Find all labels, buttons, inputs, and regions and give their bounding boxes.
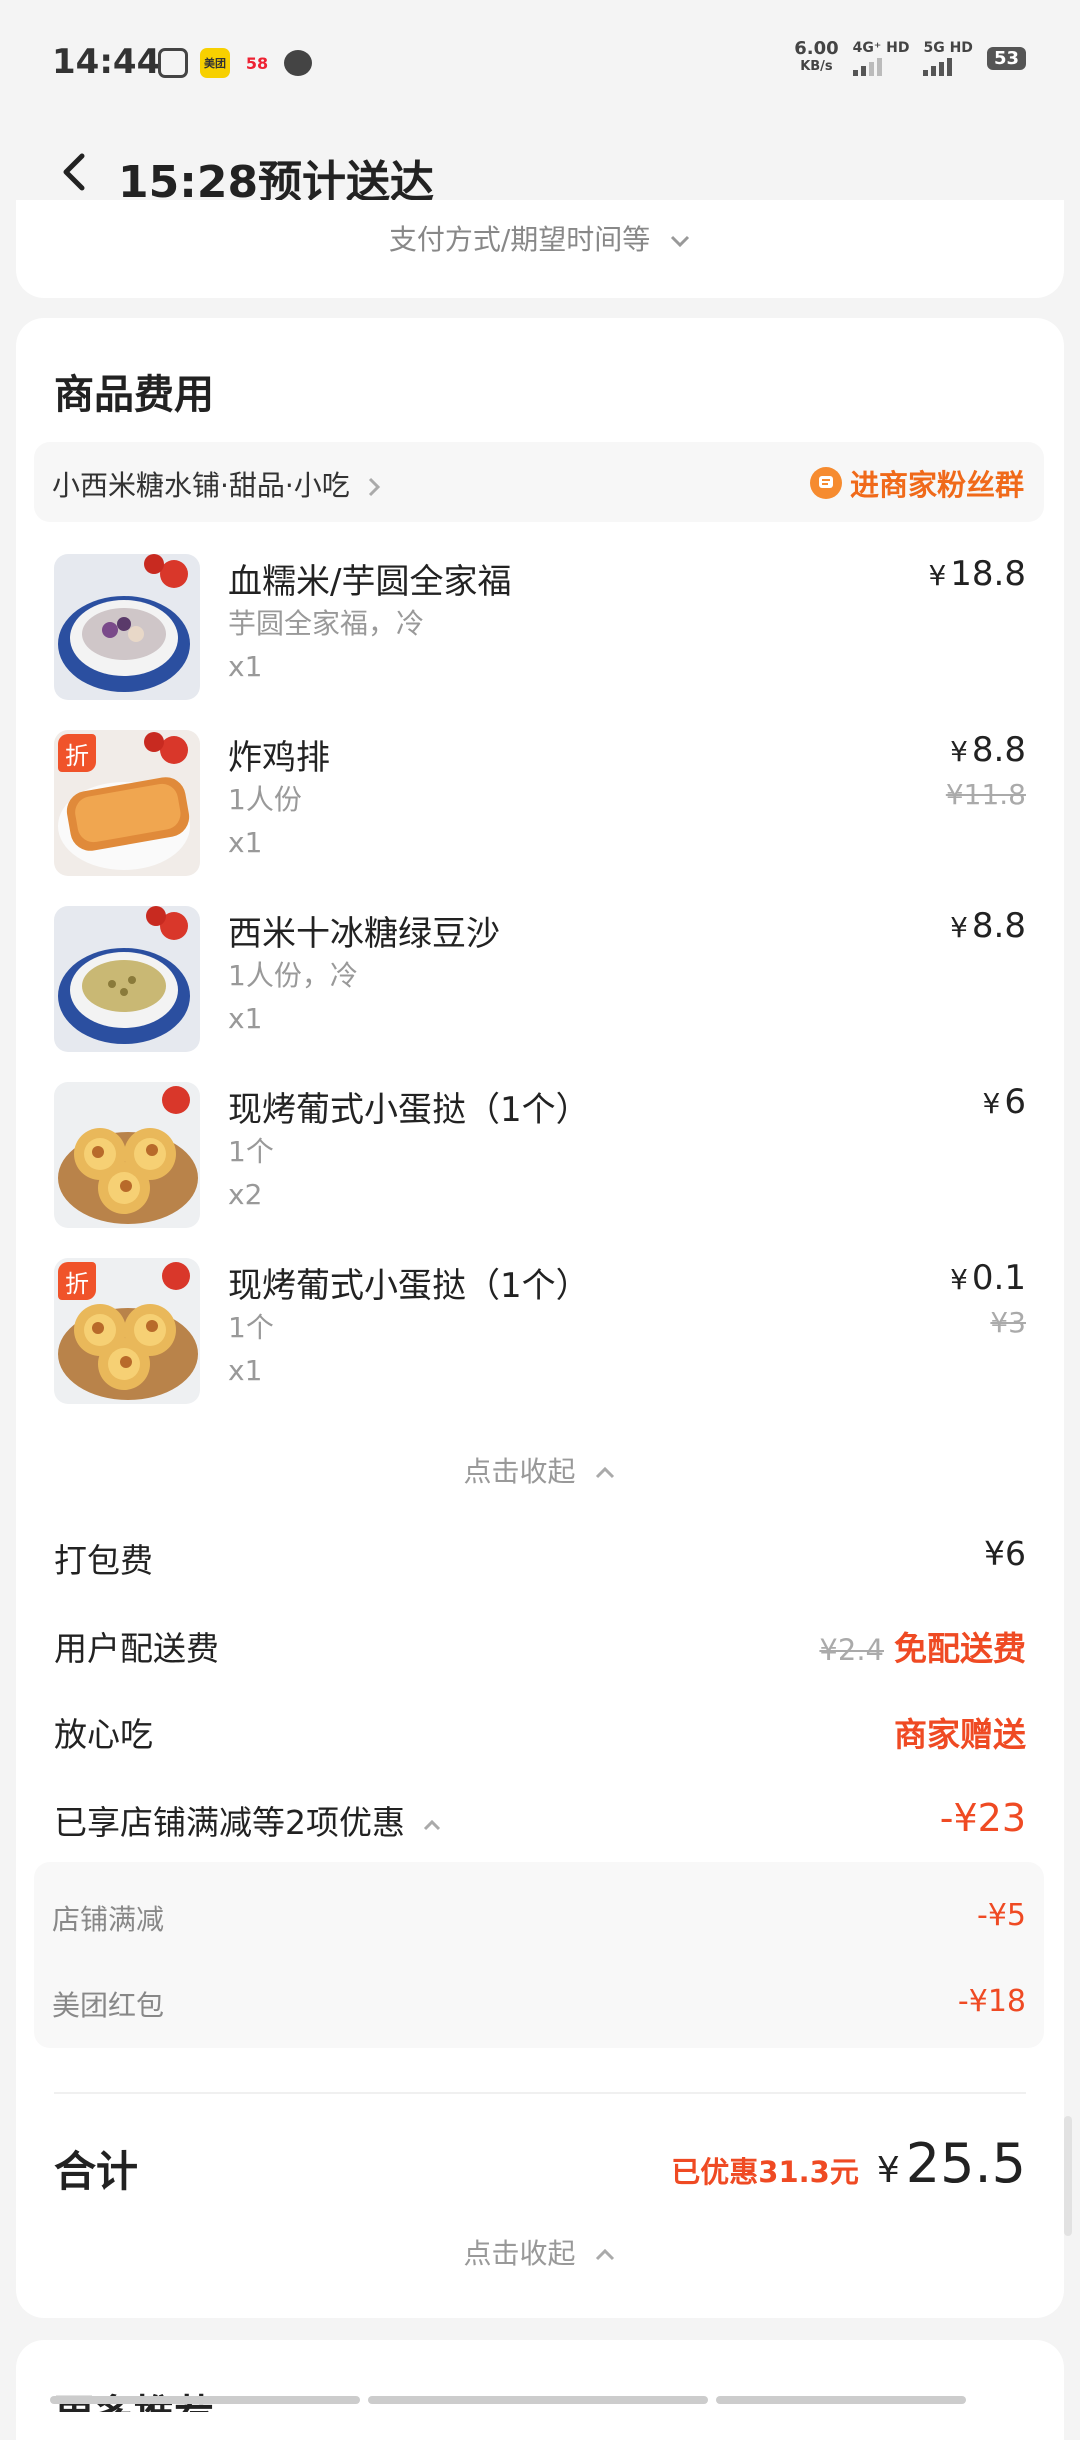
payment-options-toggle[interactable]: 支付方式/期望时间等 (16, 218, 1064, 258)
discount-summary-value: -¥23 (939, 1796, 1026, 1840)
chat-bubble-icon (284, 50, 312, 76)
battery-icon: 53 (986, 46, 1026, 70)
item-name: 现烤葡式小蛋挞（1个） (228, 1266, 590, 1306)
chevron-up-icon (596, 1466, 615, 1479)
item-price: ¥8.8 (950, 730, 1026, 770)
shop-bar: 小西米糖水铺·甜品·小吃 进商家粉丝群 (34, 442, 1044, 522)
item-name: 血糯米/芋圆全家福 (228, 562, 512, 602)
food-image (54, 554, 200, 700)
collapse-fees-button[interactable]: 点击收起 (16, 2232, 1064, 2272)
discount-value: -¥18 (957, 1984, 1026, 2019)
scrollbar[interactable] (1064, 2116, 1072, 2236)
list-item[interactable]: 血糯米/芋圆全家福 芋圆全家福，冷 x1 ¥18.8 (54, 554, 1026, 704)
safe-eat-row: 放心吃 商家赠送 (54, 1708, 1026, 1758)
nav-gesture-bar (0, 2396, 1080, 2408)
item-spec: 芋圆全家福，冷 (228, 607, 425, 640)
signal-1: 4G⁺ HD (852, 40, 910, 76)
discount-label: 美团红包 (52, 1989, 165, 2022)
chat-icon (809, 467, 842, 499)
food-image (54, 906, 200, 1052)
payment-options-label: 支付方式/期望时间等 (388, 223, 651, 256)
list-item[interactable]: 折 现烤葡式小蛋挞（1个） 1个 x1 ¥0.1 ¥3 (54, 1258, 1026, 1408)
discount-summary-row[interactable]: 已享店铺满减等2项优惠 -¥23 (54, 1796, 1026, 1846)
recommend-card: 更多推荐 (16, 2340, 1064, 2440)
meituan-icon: 美团 (200, 48, 230, 78)
saved-amount: 已优惠31.3元 (671, 2155, 859, 2189)
discount-details: 店铺满减 -¥5 美团红包 -¥18 (34, 1862, 1044, 2048)
item-spec: 1个 (228, 1135, 274, 1168)
food-image: 折 (54, 730, 200, 876)
food-image (54, 1082, 200, 1228)
back-arrow-icon[interactable] (56, 150, 96, 194)
item-quantity: x1 (228, 650, 263, 683)
fans-label: 进商家粉丝群 (849, 468, 1024, 502)
item-spec: 1人份 (228, 783, 302, 816)
item-price: ¥8.8 (950, 906, 1026, 946)
item-original-price: ¥11.8 (945, 778, 1026, 811)
status-time: 14:44 (52, 42, 161, 82)
list-item[interactable]: 现烤葡式小蛋挞（1个） 1个 x2 ¥6 (54, 1082, 1026, 1232)
discount-tag: 折 (58, 734, 96, 772)
packing-fee-label: 打包费 (54, 1541, 153, 1580)
discount-tag: 折 (58, 1262, 96, 1300)
item-spec: 1人份，冷 (228, 959, 358, 992)
list-item[interactable]: 折 炸鸡排 1人份 x1 ¥8.8 ¥11.8 (54, 730, 1026, 880)
delivery-fee-row: 用户配送费 ¥2.4 免配送费 (54, 1622, 1026, 1672)
packing-fee-value: ¥6 (984, 1534, 1026, 1573)
total-label: 合计 (54, 2147, 139, 2196)
screen-record-icon (158, 48, 188, 78)
payment-card: 支付方式/期望时间等 (16, 200, 1064, 298)
signal-bars-icon (852, 56, 910, 76)
status-bar: 14:44 美团 58 6.00 KB/s 4G⁺ HD 5G HD 53 (0, 0, 1080, 130)
discount-label: 店铺满减 (52, 1903, 165, 1936)
safe-eat-value: 商家赠送 (894, 1715, 1026, 1754)
item-price: ¥0.1 (950, 1258, 1026, 1298)
delivery-fee-original: ¥2.4 (819, 1633, 884, 1667)
collapse-items-button[interactable]: 点击收起 (16, 1450, 1064, 1490)
signal-2: 5G HD (923, 40, 973, 76)
total-amount: ¥25.5 (876, 2132, 1026, 2195)
status-app-icons: 美团 58 (158, 48, 312, 78)
goods-fee-card: 商品费用 小西米糖水铺·甜品·小吃 进商家粉丝群 血糯米/芋圆全家福 芋圆全家福… (16, 318, 1064, 2318)
discount-value: -¥5 (977, 1898, 1026, 1933)
item-spec: 1个 (228, 1311, 274, 1344)
item-name: 西米十冰糖绿豆沙 (228, 914, 500, 954)
item-original-price: ¥3 (990, 1306, 1026, 1339)
item-price: ¥6 (982, 1082, 1026, 1122)
packing-fee-row: 打包费 ¥6 (54, 1534, 1026, 1584)
list-item[interactable]: 西米十冰糖绿豆沙 1人份，冷 x1 ¥8.8 (54, 906, 1026, 1056)
delivery-fee-value: ¥2.4 免配送费 (819, 1629, 1026, 1668)
58-icon: 58 (245, 53, 269, 73)
chevron-up-icon (423, 1819, 440, 1830)
chevron-up-icon (596, 2248, 615, 2261)
chevron-down-icon (671, 235, 690, 248)
join-fans-group-button[interactable]: 进商家粉丝群 (809, 462, 1024, 504)
status-right: 6.00 KB/s 4G⁺ HD 5G HD 53 (794, 40, 1026, 76)
item-quantity: x1 (228, 1002, 263, 1035)
section-title: 商品费用 (54, 372, 214, 418)
signal-bars-icon (923, 56, 972, 76)
shop-link[interactable]: 小西米糖水铺·甜品·小吃 (52, 464, 381, 504)
item-quantity: x1 (228, 1354, 263, 1387)
net-speed: 6.00 KB/s (794, 38, 839, 75)
safe-eat-label: 放心吃 (54, 1715, 153, 1754)
delivery-fee-label: 用户配送费 (54, 1629, 219, 1668)
chevron-right-icon (368, 477, 380, 497)
item-price: ¥18.8 (928, 554, 1026, 594)
shop-name: 小西米糖水铺·甜品·小吃 (52, 469, 350, 502)
collapse-label: 点击收起 (463, 2237, 576, 2270)
discount-summary-label: 已享店铺满减等2项优惠 (54, 1796, 442, 1844)
collapse-label: 点击收起 (463, 1455, 576, 1488)
item-quantity: x1 (228, 826, 263, 859)
total-summary: 已优惠31.3元 ¥25.5 (671, 2132, 1026, 2195)
item-quantity: x2 (228, 1178, 263, 1211)
food-image: 折 (54, 1258, 200, 1404)
item-name: 现烤葡式小蛋挞（1个） (228, 1090, 590, 1130)
divider (54, 2092, 1026, 2094)
item-name: 炸鸡排 (228, 738, 330, 778)
